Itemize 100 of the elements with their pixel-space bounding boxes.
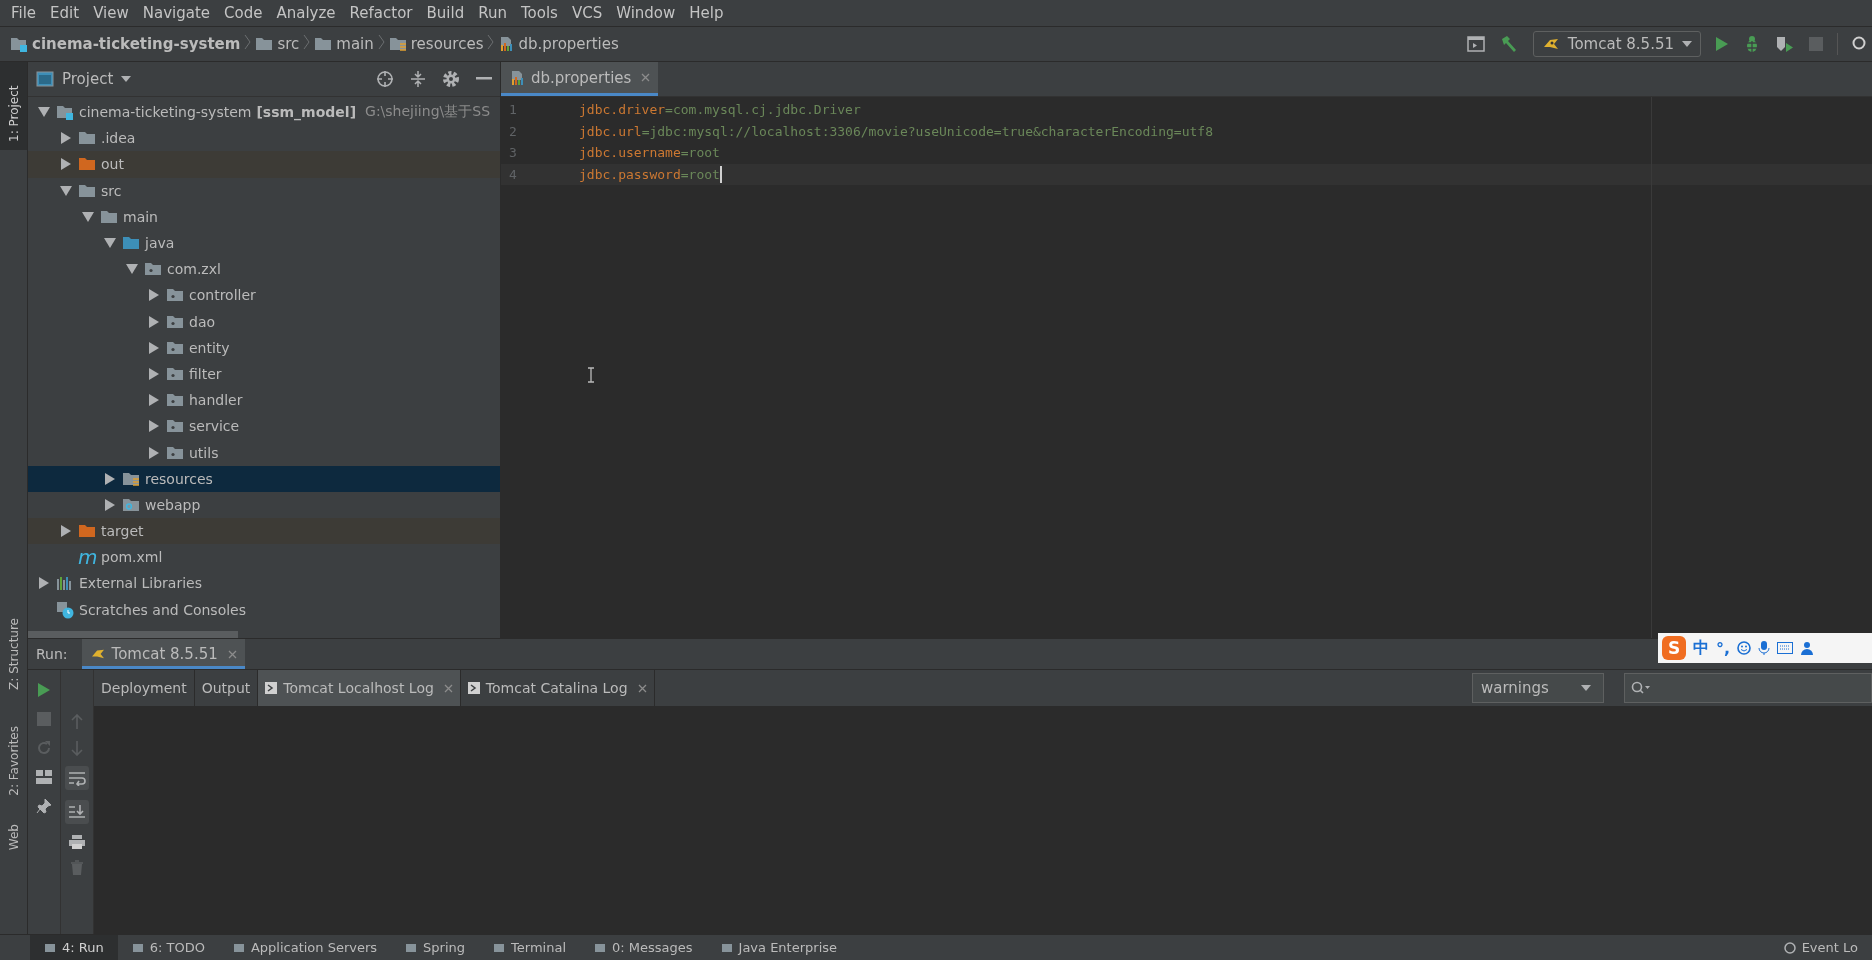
collapsed-arrow-icon[interactable] [61,525,71,538]
microphone-icon[interactable] [1758,640,1771,656]
menu-item[interactable]: Run [471,4,514,22]
tree-item[interactable]: External Libraries [28,570,500,597]
collapsed-arrow-icon[interactable] [149,315,159,328]
search-field[interactable] [1624,673,1872,703]
tree-item[interactable]: .idea [28,125,500,152]
menu-item[interactable]: Refactor [342,4,420,22]
tree-item[interactable]: src [28,177,500,204]
breadcrumb[interactable]: db.properties [498,35,619,53]
log-tab[interactable]: Tomcat Catalina Log [460,670,655,706]
layout-icon[interactable] [36,770,52,784]
side-tool-tab[interactable]: 1: Project [0,62,27,150]
tree-item[interactable]: utils [28,439,500,466]
tree-item[interactable]: java [28,229,500,257]
side-tool-tab[interactable]: Web [0,815,27,858]
tree-item[interactable]: cinema-ticketing-system [ssm_model] G:\shejiing\基于SS [28,99,500,126]
project-view-dropdown[interactable]: Project [36,70,132,88]
tool-window-tab[interactable]: Java Enterprise [706,935,852,960]
tree-item[interactable]: dao [28,308,500,335]
collapsed-arrow-icon[interactable] [149,446,159,459]
log-level-dropdown[interactable]: warnings [1472,673,1604,703]
run-icon[interactable] [37,682,51,698]
tree-item[interactable]: webapp [28,491,500,518]
menu-item[interactable]: Window [609,4,683,22]
menu-item[interactable]: Code [217,4,270,22]
collapsed-arrow-icon[interactable] [105,498,115,511]
editor-tab[interactable]: db.properties [501,62,659,96]
menu-item[interactable]: Analyze [269,4,343,22]
tree-item[interactable]: Scratches and Consoles [28,596,500,623]
tree-item[interactable]: filter [28,360,500,388]
menu-item[interactable]: View [86,4,136,22]
hide-icon[interactable] [476,77,492,81]
menu-item[interactable]: Build [419,4,472,22]
tree-item[interactable]: handler [28,387,500,414]
coverage-icon[interactable] [1775,35,1795,53]
keyboard-icon[interactable] [1777,642,1794,654]
terminal-window-icon[interactable] [1466,36,1485,52]
pin-icon[interactable] [36,798,52,814]
tool-window-tab[interactable]: Spring [391,935,480,960]
close-icon[interactable] [637,683,647,693]
tree-item[interactable]: controller [28,282,500,309]
menu-item[interactable]: Help [682,4,731,22]
scrollbar[interactable] [28,631,238,638]
collapsed-arrow-icon[interactable] [61,158,71,171]
event-log-tab[interactable]: Event Lo [1769,940,1872,955]
log-tab[interactable]: Deployment [94,670,195,706]
breadcrumb[interactable]: main [314,35,374,53]
scroll-to-end-icon[interactable] [65,800,89,824]
tool-window-tab[interactable]: 4: Run [30,935,118,960]
breadcrumb[interactable]: src [255,35,300,53]
tree-item[interactable]: entity [28,334,500,361]
tree-item[interactable]: m pom.xml [28,544,500,571]
expanded-arrow-icon[interactable] [60,185,72,196]
expanded-arrow-icon[interactable] [126,264,138,275]
collapsed-arrow-icon[interactable] [149,341,159,354]
run-tab[interactable]: Tomcat 8.5.51 [81,639,245,669]
collapsed-arrow-icon[interactable] [39,577,49,590]
input-method-toolbar[interactable]: S 中 °, [1658,633,1872,663]
search-icon[interactable] [1631,681,1651,695]
menu-item[interactable]: VCS [564,4,610,22]
locate-icon[interactable] [376,70,394,88]
menu-item[interactable]: Edit [43,4,87,22]
tree-item[interactable]: out [28,151,500,178]
user-icon[interactable] [1800,641,1815,655]
expanded-arrow-icon[interactable] [38,107,50,118]
smiley-icon[interactable] [1737,641,1752,655]
menu-item[interactable]: Navigate [135,4,218,22]
run-icon[interactable] [1715,36,1729,52]
tree-item[interactable]: target [28,518,500,545]
tree-item[interactable]: service [28,413,500,440]
tree-item[interactable]: main [28,203,500,230]
collapsed-arrow-icon[interactable] [149,289,159,302]
tool-window-tab[interactable]: 0: Messages [580,935,707,960]
input-mode-toggle[interactable]: 中 [1693,637,1709,659]
menu-item[interactable]: Tools [513,4,565,22]
soft-wrap-icon[interactable] [65,766,89,790]
menu-item[interactable]: File [4,4,44,22]
breadcrumb[interactable]: resources [388,35,484,53]
collapsed-arrow-icon[interactable] [149,367,159,380]
settings-icon[interactable] [442,70,460,88]
tool-window-tab[interactable]: Terminal [479,935,580,960]
expanded-arrow-icon[interactable] [104,238,116,249]
tree-item[interactable]: resources [28,465,500,492]
side-tool-tab[interactable]: 2: Favorites [0,717,27,804]
collapsed-arrow-icon[interactable] [149,394,159,407]
log-tab[interactable]: Tomcat Localhost Log [258,670,461,706]
collapsed-arrow-icon[interactable] [61,132,71,145]
side-tool-tab[interactable]: Z: Structure [0,610,27,698]
tool-window-tab[interactable]: Application Servers [218,935,392,960]
tool-window-tab[interactable]: 6: TODO [117,935,219,960]
punctuation-toggle[interactable]: °, [1716,638,1731,658]
collapsed-arrow-icon[interactable] [105,472,115,485]
collapse-all-icon[interactable] [410,70,426,88]
expanded-arrow-icon[interactable] [82,211,94,222]
run-configuration-dropdown[interactable]: Tomcat 8.5.51 [1532,31,1701,57]
search-icon[interactable] [1852,36,1868,52]
collapsed-arrow-icon[interactable] [149,420,159,433]
print-icon[interactable] [68,834,86,850]
breadcrumb[interactable]: cinema-ticketing-system [10,35,241,53]
